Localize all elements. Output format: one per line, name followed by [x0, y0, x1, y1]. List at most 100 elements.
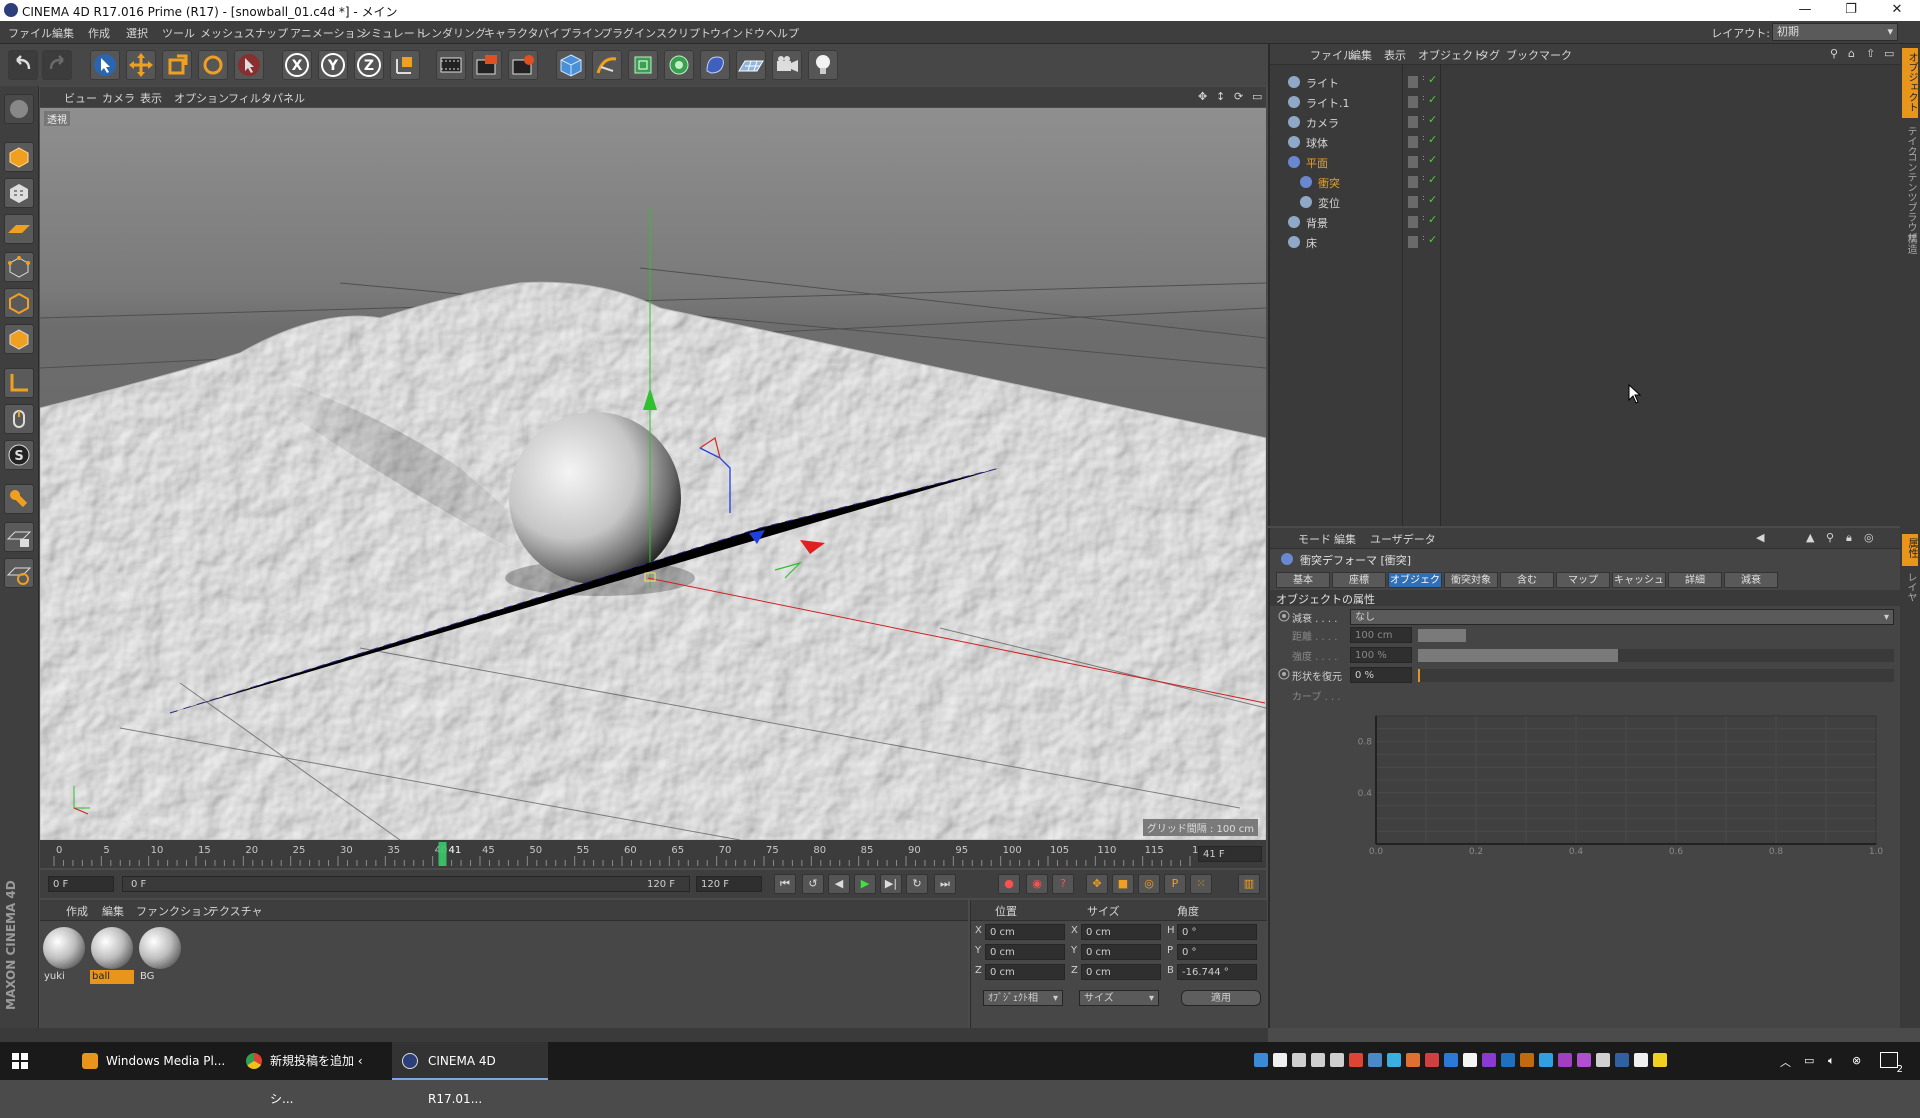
volume-icon[interactable]: 🔈︎ [1828, 1054, 1835, 1068]
key-rotation-button[interactable]: ◎ [1138, 874, 1160, 894]
tray-app-icon[interactable] [1406, 1053, 1420, 1067]
object-row[interactable]: ライト.1: ✓ [1270, 92, 1902, 112]
up-arrow-icon[interactable]: ⇧ [1866, 47, 1875, 60]
viewport-rotate-icon[interactable]: ⟳ [1234, 90, 1243, 103]
editor-render-visibility-dots[interactable]: : [1422, 194, 1425, 202]
camera-object-button[interactable] [772, 50, 802, 80]
attribute-tab[interactable]: 衝突対象 [1444, 572, 1498, 588]
menu-pipeline[interactable]: パイプライン [538, 25, 604, 41]
floor-object-button[interactable] [736, 50, 766, 80]
tray-app-icon[interactable] [1311, 1053, 1325, 1067]
edges-mode-button[interactable] [4, 288, 34, 318]
falloff-curve-graph[interactable]: 0.8 0.4 0.0 0.2 0.4 0.6 0.8 1.0 [1348, 704, 1894, 857]
coord-size-select[interactable]: サイズ ▾ [1079, 990, 1159, 1006]
autokey-button[interactable]: ◉ [1026, 874, 1048, 894]
tray-app-icon[interactable] [1539, 1053, 1553, 1067]
tray-app-icon[interactable] [1482, 1053, 1496, 1067]
coord-size-field[interactable]: 0 cm [1081, 944, 1161, 960]
tray-app-icon[interactable] [1520, 1053, 1534, 1067]
attribute-tab[interactable]: 減衰 [1724, 572, 1778, 588]
home-icon[interactable]: ⌂ [1848, 47, 1855, 60]
workplane-mode-button[interactable] [4, 214, 34, 244]
lock-workplane-button[interactable] [4, 522, 34, 552]
object-menu-tags[interactable]: タグ [1478, 47, 1500, 63]
timeline-ruler[interactable]: 0510152025303540455055606570758085909510… [40, 840, 1266, 868]
tray-app-icon[interactable] [1463, 1053, 1477, 1067]
coord-position-field[interactable]: 0 cm [985, 944, 1065, 960]
search-icon[interactable]: ⚲ [1826, 531, 1834, 544]
menu-simulate[interactable]: シミュレート [360, 25, 426, 41]
object-menu-view[interactable]: 表示 [1384, 47, 1406, 63]
menu-character[interactable]: キャラクタ [484, 25, 539, 41]
enable-check-icon[interactable]: ✓ [1428, 193, 1437, 206]
tray-app-icon[interactable] [1330, 1053, 1344, 1067]
coord-position-field[interactable]: 0 cm [985, 924, 1065, 940]
attribute-tab[interactable]: 詳細 [1668, 572, 1722, 588]
network-icon[interactable]: ▭ [1804, 1054, 1814, 1067]
render-view-button[interactable] [436, 50, 466, 80]
end-frame-field[interactable]: 120 F [696, 876, 762, 892]
side-tab-structure[interactable]: 構造 [1903, 234, 1918, 254]
falloff-select[interactable]: なし ▾ [1350, 609, 1894, 625]
tray-app-icon[interactable] [1387, 1053, 1401, 1067]
minimize-button[interactable]: — [1782, 0, 1828, 21]
menu-animation[interactable]: アニメーション [290, 25, 367, 41]
record-keyframe-button[interactable]: ● [998, 874, 1020, 894]
menu-file[interactable]: ファイル [8, 25, 52, 41]
attribute-menu-userdata[interactable]: ユーザデータ [1370, 531, 1436, 547]
key-scale-button[interactable]: ■ [1112, 874, 1134, 894]
points-mode-button[interactable] [4, 252, 34, 282]
goto-next-key-button[interactable]: ↻ [906, 874, 928, 894]
enable-check-icon[interactable]: ✓ [1428, 233, 1437, 246]
enable-check-icon[interactable]: ✓ [1428, 173, 1437, 186]
layer-visibility-toggle[interactable] [1408, 196, 1418, 208]
object-row[interactable]: カメラ: ✓ [1270, 112, 1902, 132]
layout-select[interactable]: 初期 ▾ [1772, 23, 1898, 41]
prev-frame-button[interactable]: ◀ [828, 874, 850, 894]
planar-workplane-button[interactable] [4, 558, 34, 588]
viewport-menu-camera[interactable]: カメラ [102, 90, 135, 106]
tweak-mode-button[interactable] [4, 404, 34, 434]
snap-button[interactable]: S [4, 440, 34, 470]
array-object-button[interactable] [664, 50, 694, 80]
tray-app-icon[interactable] [1596, 1053, 1610, 1067]
object-row[interactable]: 衝突: ✓ [1270, 172, 1902, 192]
menu-select[interactable]: 選択 [126, 25, 148, 41]
menu-plugins[interactable]: プラグイン [601, 25, 656, 41]
taskbar-cinema4d[interactable]: CINEMA 4D R17.01... [392, 1042, 548, 1106]
enable-check-icon[interactable]: ✓ [1428, 113, 1437, 126]
goto-start-button[interactable]: ⏮ [774, 874, 796, 894]
tray-app-icon[interactable] [1558, 1053, 1572, 1067]
render-picture-viewer-button[interactable] [472, 50, 502, 80]
coord-mode-select[interactable]: ｵﾌﾞｼﾞｪｸﾄ相 ▾ [983, 990, 1063, 1006]
maximize-button[interactable]: ❐ [1828, 0, 1874, 21]
coord-position-field[interactable]: 0 cm [985, 964, 1065, 980]
enable-check-icon[interactable]: ✓ [1428, 133, 1437, 146]
tray-app-icon[interactable] [1425, 1053, 1439, 1067]
layer-visibility-toggle[interactable] [1408, 176, 1418, 188]
current-frame-display[interactable]: 41 F [1198, 846, 1262, 862]
tray-app-icon[interactable] [1444, 1053, 1458, 1067]
cube-object-button[interactable] [556, 50, 586, 80]
material-ball[interactable]: ball [90, 926, 134, 986]
goto-end-button[interactable]: ⏭ [934, 874, 956, 894]
editor-render-visibility-dots[interactable]: : [1422, 94, 1425, 102]
editor-render-visibility-dots[interactable]: : [1422, 174, 1425, 182]
object-row[interactable]: ライト: ✓ [1270, 72, 1902, 92]
editor-render-visibility-dots[interactable]: : [1422, 214, 1425, 222]
make-editable-button[interactable] [4, 94, 34, 124]
attribute-tab[interactable]: キャッシュ [1612, 572, 1666, 588]
key-position-button[interactable]: ✥ [1086, 874, 1108, 894]
subdivision-surface-button[interactable] [628, 50, 658, 80]
coordinate-system-toggle[interactable] [390, 50, 420, 80]
menu-tools[interactable]: ツール [162, 25, 195, 41]
lock-icon[interactable]: 🔒︎ [1846, 531, 1852, 545]
material-bg[interactable]: BG [138, 926, 182, 986]
keyframe-selection-button[interactable]: ? [1052, 874, 1074, 894]
tray-app-icon[interactable] [1577, 1053, 1591, 1067]
viewport-zoom-icon[interactable]: ↕ [1216, 90, 1225, 103]
material-menu-texture[interactable]: テクスチャ [208, 903, 263, 919]
editor-render-visibility-dots[interactable]: : [1422, 154, 1425, 162]
enable-snap-button[interactable] [4, 484, 34, 514]
attribute-tab[interactable]: 基本 [1276, 572, 1330, 588]
